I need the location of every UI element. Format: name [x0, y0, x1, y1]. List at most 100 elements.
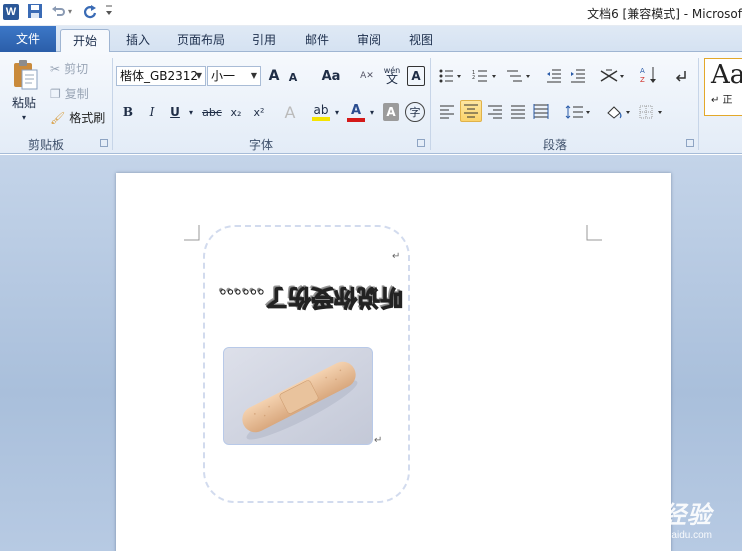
align-right-button[interactable] — [485, 102, 505, 122]
highlight-color-swatch — [312, 117, 330, 121]
margin-corner-mark — [184, 225, 200, 241]
underline-button[interactable]: U — [167, 102, 183, 122]
group-divider — [112, 58, 113, 150]
distributed-button[interactable] — [531, 102, 551, 122]
format-painter-icon: 🖌 — [50, 110, 66, 125]
paragraph-mark: ↵ — [392, 251, 401, 262]
justify-button[interactable] — [508, 102, 528, 122]
borders-button[interactable] — [638, 102, 666, 122]
font-color-button[interactable]: A — [346, 101, 366, 123]
group-divider — [698, 58, 699, 150]
margin-corner-mark — [586, 225, 602, 241]
tab-mailings[interactable]: 邮件 — [297, 29, 337, 52]
cut-button[interactable]: ✂ 剪切 — [50, 60, 88, 77]
group-divider — [430, 58, 431, 150]
copy-icon: ❐ — [50, 86, 61, 101]
font-size-value: 小一 — [211, 69, 236, 83]
paste-icon[interactable] — [10, 58, 40, 92]
tab-home[interactable]: 开始 — [60, 29, 110, 53]
tab-insert[interactable]: 插入 — [118, 29, 158, 52]
font-color-swatch — [347, 117, 365, 122]
tab-review[interactable]: 审阅 — [349, 29, 389, 52]
paste-dropdown-icon[interactable]: ▾ — [18, 112, 30, 122]
numbering-button[interactable]: 12 — [471, 66, 499, 86]
ribbon: 粘贴 ▾ ✂ 剪切 ❐ 复制 🖌 格式刷 剪贴板 楷体_GB2312 ▼ 小一 … — [0, 52, 742, 154]
svg-text:A: A — [640, 67, 645, 75]
enclose-character-button[interactable]: 字 — [405, 102, 425, 122]
font-size-select[interactable]: 小一 ▼ — [207, 66, 261, 86]
copy-button[interactable]: ❐ 复制 — [50, 85, 89, 102]
font-color-letter-icon: A — [350, 102, 362, 118]
highlight-dropdown-icon[interactable]: ▾ — [332, 102, 342, 122]
shrink-font-button[interactable]: A — [286, 68, 300, 86]
svg-text:2: 2 — [472, 75, 475, 81]
tab-view[interactable]: 视图 — [401, 29, 441, 52]
chevron-down-icon: ▼ — [195, 71, 202, 80]
copy-label: 复制 — [64, 87, 89, 101]
font-name-value: 楷体_GB2312 — [120, 69, 199, 83]
ribbon-tabs: 文件 开始 插入 页面布局 引用 邮件 审阅 视图 — [0, 26, 742, 53]
font-color-dropdown-icon[interactable]: ▾ — [367, 102, 377, 122]
align-center-button[interactable] — [460, 100, 482, 122]
text-effects-button[interactable]: A — [281, 101, 299, 123]
multilevel-list-button[interactable] — [505, 66, 533, 86]
superscript-button[interactable]: x² — [250, 102, 268, 122]
strikethrough-button[interactable]: abc — [201, 102, 223, 122]
undo-dropdown-icon[interactable]: ▾ — [68, 3, 72, 21]
italic-button[interactable]: I — [144, 102, 160, 122]
window-title: 文档6 [兼容模式] - Microsof — [587, 7, 742, 21]
bold-button[interactable]: B — [120, 102, 136, 122]
line-spacing-button[interactable] — [564, 102, 592, 122]
document-area: ↵ 听说你受伤了…… ↵ Baidu 经验 jingyan.baidu.com — [0, 155, 742, 551]
grow-font-button[interactable]: A — [266, 66, 282, 86]
paragraph-mark: ↵ — [374, 435, 383, 446]
bullets-button[interactable] — [438, 66, 464, 86]
align-left-button[interactable] — [437, 102, 457, 122]
shading-button[interactable] — [604, 101, 632, 123]
character-shading-button[interactable]: A — [383, 103, 399, 121]
sort-button[interactable]: AZ — [639, 64, 659, 86]
bandage-image[interactable] — [223, 347, 373, 445]
chevron-down-icon: ▼ — [250, 71, 257, 80]
bandage-icon — [224, 348, 372, 444]
format-painter-label: 格式刷 — [69, 111, 106, 125]
watermark-url: jingyan.baidu.com — [631, 530, 712, 541]
character-border-button[interactable]: A — [407, 66, 425, 86]
font-launcher-icon[interactable] — [417, 139, 425, 147]
paragraph-launcher-icon[interactable] — [686, 139, 694, 147]
format-painter-button[interactable]: 🖌 格式刷 — [50, 109, 105, 126]
decrease-indent-button[interactable] — [545, 66, 563, 86]
watermark: Baidu 经验 jingyan.baidu.com — [583, 495, 712, 541]
word-app-icon[interactable]: W — [3, 4, 19, 20]
svg-text:Z: Z — [640, 76, 645, 84]
chinese-layout-button[interactable] — [598, 66, 628, 86]
title-bar: W ▾ 文档6 [兼容模式] - Microsof — [0, 0, 742, 26]
save-icon[interactable] — [27, 3, 43, 21]
increase-indent-button[interactable] — [569, 66, 587, 86]
change-case-button[interactable]: Aa — [317, 66, 345, 86]
tab-references[interactable]: 引用 — [244, 29, 284, 52]
paragraph-group-label: 段落 — [543, 138, 568, 152]
undo-icon[interactable] — [50, 3, 66, 21]
phonetic-guide-button[interactable]: wén 文 — [380, 64, 404, 86]
tab-page-layout[interactable]: 页面布局 — [170, 29, 232, 52]
highlighter-icon: ab — [313, 103, 329, 117]
watermark-brand: Baidu 经验 — [582, 502, 712, 529]
cut-label: 剪切 — [64, 62, 89, 76]
font-name-select[interactable]: 楷体_GB2312 ▼ — [116, 66, 206, 86]
subscript-button[interactable]: x₂ — [227, 102, 245, 122]
underline-dropdown-icon[interactable]: ▾ — [186, 102, 196, 122]
clipboard-launcher-icon[interactable] — [100, 139, 108, 147]
flipped-text[interactable]: 听说你受伤了…… — [216, 284, 406, 315]
style-normal-preview[interactable]: Aa ↵ 正 — [704, 58, 742, 116]
customize-toolbar-icon[interactable] — [104, 3, 114, 21]
redo-icon[interactable] — [82, 3, 98, 21]
tab-file[interactable]: 文件 — [0, 26, 56, 52]
style-preview-text: Aa — [711, 60, 742, 90]
phonetic-char: 文 — [385, 72, 398, 86]
highlight-button[interactable]: ab — [311, 101, 331, 123]
clear-format-icon[interactable]: A✕ — [358, 66, 376, 86]
clipboard-group-label: 剪贴板 — [28, 138, 65, 152]
paste-button[interactable]: 粘贴 — [8, 94, 40, 110]
show-marks-button[interactable] — [674, 66, 690, 86]
